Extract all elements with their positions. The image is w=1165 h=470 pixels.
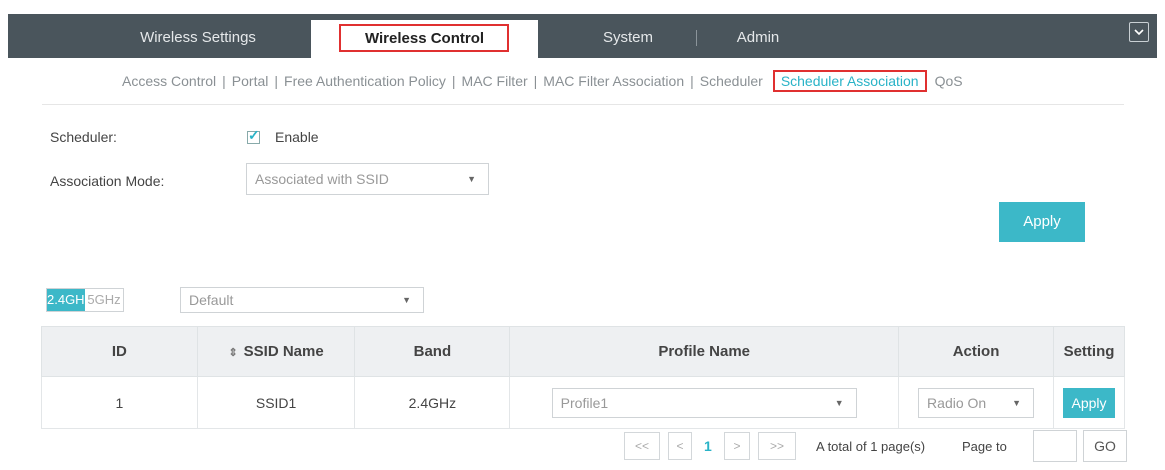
ssid-group-select[interactable]: Default ▼ — [180, 287, 424, 313]
cell-profile-name: Profile1 ▼ — [509, 376, 900, 429]
col-header-band: Band — [354, 326, 511, 377]
topnav-admin[interactable]: Admin — [708, 14, 808, 58]
subnav-divider-line — [42, 104, 1124, 105]
subnav-mac-filter-association[interactable]: MAC Filter Association — [543, 70, 684, 92]
checkmark-icon: ✓ — [248, 127, 260, 143]
prev-page-button[interactable]: < — [668, 432, 692, 460]
band-option-2-4ghz[interactable]: 2.4GHz — [47, 289, 91, 311]
col-header-ssid-name[interactable]: ⇕ SSID Name — [196, 326, 356, 377]
chevron-down-icon[interactable] — [1129, 22, 1149, 42]
subnav-free-authentication-policy[interactable]: Free Authentication Policy — [284, 70, 446, 92]
col-header-setting: Setting — [1053, 326, 1125, 377]
table-row: 1 SSID1 2.4GHz Profile1 ▼ Radio On ▼ App… — [41, 376, 1125, 429]
page-number-input[interactable] — [1033, 430, 1077, 462]
ssid-group-value: Default — [189, 292, 234, 308]
band-option-5ghz[interactable]: 5GHz — [85, 289, 123, 311]
cell-id: 1 — [41, 376, 198, 429]
topnav-wireless-control[interactable]: Wireless Control — [311, 20, 538, 58]
col-header-action: Action — [898, 326, 1055, 377]
first-page-button[interactable]: << — [624, 432, 660, 460]
go-button[interactable]: GO — [1083, 430, 1127, 462]
cell-ssid-name: SSID1 — [196, 376, 356, 429]
band-toggle: 2.4GHz 5GHz — [46, 288, 124, 312]
subnav-access-control[interactable]: Access Control — [122, 70, 216, 92]
current-page-link[interactable]: 1 — [704, 438, 712, 454]
topnav-divider — [696, 30, 697, 46]
topnav-wireless-settings[interactable]: Wireless Settings — [113, 14, 283, 58]
topnav-system[interactable]: System — [568, 14, 688, 58]
subnav-portal[interactable]: Portal — [232, 70, 269, 92]
association-mode-value: Associated with SSID — [255, 171, 389, 187]
sub-navigation: Access Control | Portal | Free Authenticatio… — [122, 70, 963, 92]
action-select-value: Radio On — [927, 394, 987, 411]
caret-down-icon: ▼ — [834, 397, 844, 408]
scheduler-association-table: ID ⇕ SSID Name Band Profile Name Action S… — [41, 326, 1125, 429]
subnav-scheduler[interactable]: Scheduler — [700, 70, 763, 92]
caret-down-icon: ▼ — [402, 295, 411, 305]
top-navigation-bar: Wireless Settings Wireless Control Syste… — [8, 14, 1157, 58]
subnav-scheduler-association[interactable]: Scheduler Association — [772, 70, 927, 92]
subnav-divider: | — [533, 73, 538, 89]
topnav-wireless-control-label: Wireless Control — [364, 30, 485, 47]
next-page-button[interactable]: > — [724, 432, 750, 460]
association-mode-select[interactable]: Associated with SSID ▼ — [246, 163, 489, 195]
caret-down-icon: ▼ — [1012, 397, 1022, 408]
enable-label: Enable — [275, 129, 319, 145]
subnav-divider: | — [222, 73, 226, 89]
total-pages-text: A total of 1 page(s) — [816, 439, 926, 454]
subnav-qos[interactable]: QoS — [935, 70, 963, 92]
profile-select-value: Profile1 — [560, 394, 609, 411]
enable-checkbox[interactable]: ✓ — [247, 127, 260, 144]
subnav-divider: | — [274, 73, 279, 89]
col-header-id: ID — [41, 326, 198, 377]
table-header-row: ID ⇕ SSID Name Band Profile Name Action S… — [41, 326, 1125, 377]
sort-icon[interactable]: ⇕ — [228, 347, 237, 359]
apply-button[interactable]: Apply — [999, 202, 1085, 242]
row-apply-button[interactable]: Apply — [1063, 387, 1115, 418]
subnav-mac-filter[interactable]: MAC Filter — [462, 70, 528, 92]
subnav-divider: | — [451, 73, 456, 89]
association-mode-label: Association Mode: — [50, 173, 165, 189]
page-to-label: Page to — [962, 439, 1007, 454]
action-select[interactable]: Radio On ▼ — [918, 387, 1035, 418]
col-header-profile-name: Profile Name — [509, 326, 900, 377]
scheduler-label: Scheduler: — [50, 129, 117, 145]
caret-down-icon: ▼ — [467, 174, 476, 184]
cell-setting: Apply — [1053, 376, 1125, 429]
subnav-divider: | — [690, 73, 694, 89]
cell-band: 2.4GHz — [354, 376, 511, 429]
profile-select[interactable]: Profile1 ▼ — [551, 387, 857, 418]
col-header-ssid-name-label: SSID Name — [243, 343, 324, 360]
cell-action: Radio On ▼ — [898, 376, 1055, 429]
last-page-button[interactable]: >> — [758, 432, 796, 460]
